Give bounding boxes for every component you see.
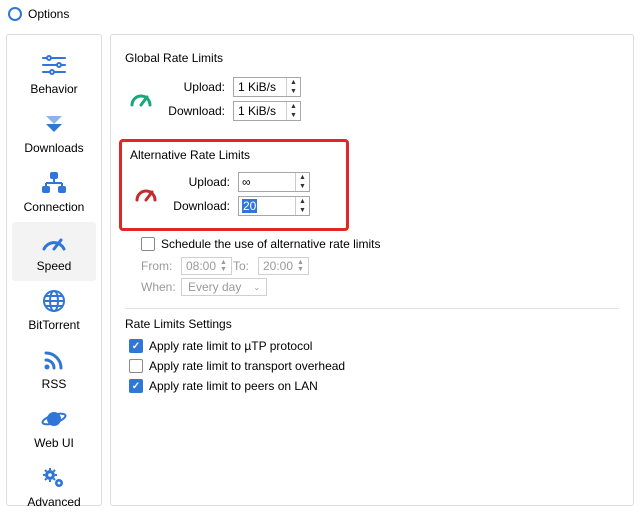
- titlebar: Options: [0, 0, 640, 28]
- sidebar-item-label: Downloads: [24, 141, 83, 155]
- sidebar-item-speed[interactable]: Speed: [12, 222, 97, 281]
- app-icon: [8, 7, 22, 21]
- global-download-input[interactable]: [234, 102, 286, 120]
- alt-speed-gauge-icon: [134, 182, 158, 206]
- speed-gauge-icon: [129, 87, 153, 111]
- setting-label: Apply rate limit to peers on LAN: [149, 379, 318, 393]
- global-limits-title: Global Rate Limits: [125, 51, 619, 65]
- sliders-icon: [40, 51, 68, 79]
- setting-lan[interactable]: ✓ Apply rate limit to peers on LAN: [129, 379, 619, 393]
- spinner-icon: ▲▼: [297, 259, 304, 273]
- spinner-up-icon[interactable]: ▲: [287, 102, 300, 111]
- globe-icon: [40, 287, 68, 315]
- schedule-label: Schedule the use of alternative rate lim…: [161, 237, 380, 251]
- global-upload-input[interactable]: [234, 78, 286, 96]
- downloads-icon: [40, 110, 68, 138]
- sidebar-item-downloads[interactable]: Downloads: [12, 104, 97, 163]
- download-label: Download:: [168, 199, 238, 213]
- from-label: From:: [141, 259, 181, 273]
- schedule-checkbox[interactable]: [141, 237, 155, 251]
- speed-gauge-icon: [40, 228, 68, 256]
- sidebar-item-label: Speed: [37, 259, 72, 273]
- rate-settings-title: Rate Limits Settings: [125, 317, 619, 331]
- sidebar-item-label: Advanced: [27, 495, 80, 509]
- setting-label: Apply rate limit to µTP protocol: [149, 339, 312, 353]
- alt-limits-title: Alternative Rate Limits: [130, 148, 338, 162]
- from-time-picker[interactable]: 08:00▲▼: [181, 257, 232, 275]
- checkbox[interactable]: ✓: [129, 339, 143, 353]
- settings-panel: Global Rate Limits Upload: ▲▼ Download: …: [110, 34, 634, 506]
- sidebar-item-label: Connection: [24, 200, 85, 214]
- upload-label: Upload:: [168, 175, 238, 189]
- connection-icon: [40, 169, 68, 197]
- sidebar-item-behavior[interactable]: Behavior: [12, 45, 97, 104]
- schedule-checkbox-row[interactable]: Schedule the use of alternative rate lim…: [141, 237, 619, 251]
- divider: [125, 308, 619, 309]
- planet-icon: [40, 405, 68, 433]
- when-label: When:: [141, 280, 181, 294]
- to-label: To:: [232, 259, 258, 273]
- sidebar-item-webui[interactable]: Web UI: [12, 399, 97, 458]
- spinner-down-icon[interactable]: ▼: [296, 206, 309, 215]
- sidebar: Behavior Downloads Connection Speed BitT…: [6, 34, 102, 506]
- alt-limits-highlight: Alternative Rate Limits Upload: ▲▼ Downl…: [119, 139, 349, 231]
- sidebar-item-rss[interactable]: RSS: [12, 340, 97, 399]
- global-upload-spinner[interactable]: ▲▼: [233, 77, 301, 97]
- alt-upload-spinner[interactable]: ▲▼: [238, 172, 310, 192]
- spinner-down-icon[interactable]: ▼: [296, 182, 309, 191]
- sidebar-item-advanced[interactable]: Advanced: [12, 458, 97, 517]
- setting-utp[interactable]: ✓ Apply rate limit to µTP protocol: [129, 339, 619, 353]
- sidebar-item-label: BitTorrent: [28, 318, 79, 332]
- setting-overhead[interactable]: Apply rate limit to transport overhead: [129, 359, 619, 373]
- sidebar-item-bittorrent[interactable]: BitTorrent: [12, 281, 97, 340]
- checkbox[interactable]: ✓: [129, 379, 143, 393]
- upload-label: Upload:: [163, 80, 233, 94]
- download-label: Download:: [163, 104, 233, 118]
- alt-upload-input[interactable]: [239, 173, 295, 191]
- window-title: Options: [28, 7, 69, 21]
- to-time-picker[interactable]: 20:00▲▼: [258, 257, 309, 275]
- spinner-up-icon[interactable]: ▲: [296, 197, 309, 206]
- spinner-down-icon[interactable]: ▼: [287, 87, 300, 96]
- sidebar-item-label: Web UI: [34, 436, 74, 450]
- sidebar-item-label: RSS: [42, 377, 67, 391]
- gears-icon: [40, 464, 68, 492]
- chevron-down-icon: ⌄: [253, 283, 260, 292]
- spinner-up-icon[interactable]: ▲: [296, 173, 309, 182]
- alt-download-spinner[interactable]: 20▲▼: [238, 196, 310, 216]
- when-select[interactable]: Every day⌄: [181, 278, 267, 296]
- checkbox[interactable]: [129, 359, 143, 373]
- rss-icon: [40, 346, 68, 374]
- spinner-icon: ▲▼: [220, 259, 227, 273]
- setting-label: Apply rate limit to transport overhead: [149, 359, 345, 373]
- spinner-down-icon[interactable]: ▼: [287, 111, 300, 120]
- global-download-spinner[interactable]: ▲▼: [233, 101, 301, 121]
- sidebar-item-connection[interactable]: Connection: [12, 163, 97, 222]
- spinner-up-icon[interactable]: ▲: [287, 78, 300, 87]
- sidebar-item-label: Behavior: [30, 82, 77, 96]
